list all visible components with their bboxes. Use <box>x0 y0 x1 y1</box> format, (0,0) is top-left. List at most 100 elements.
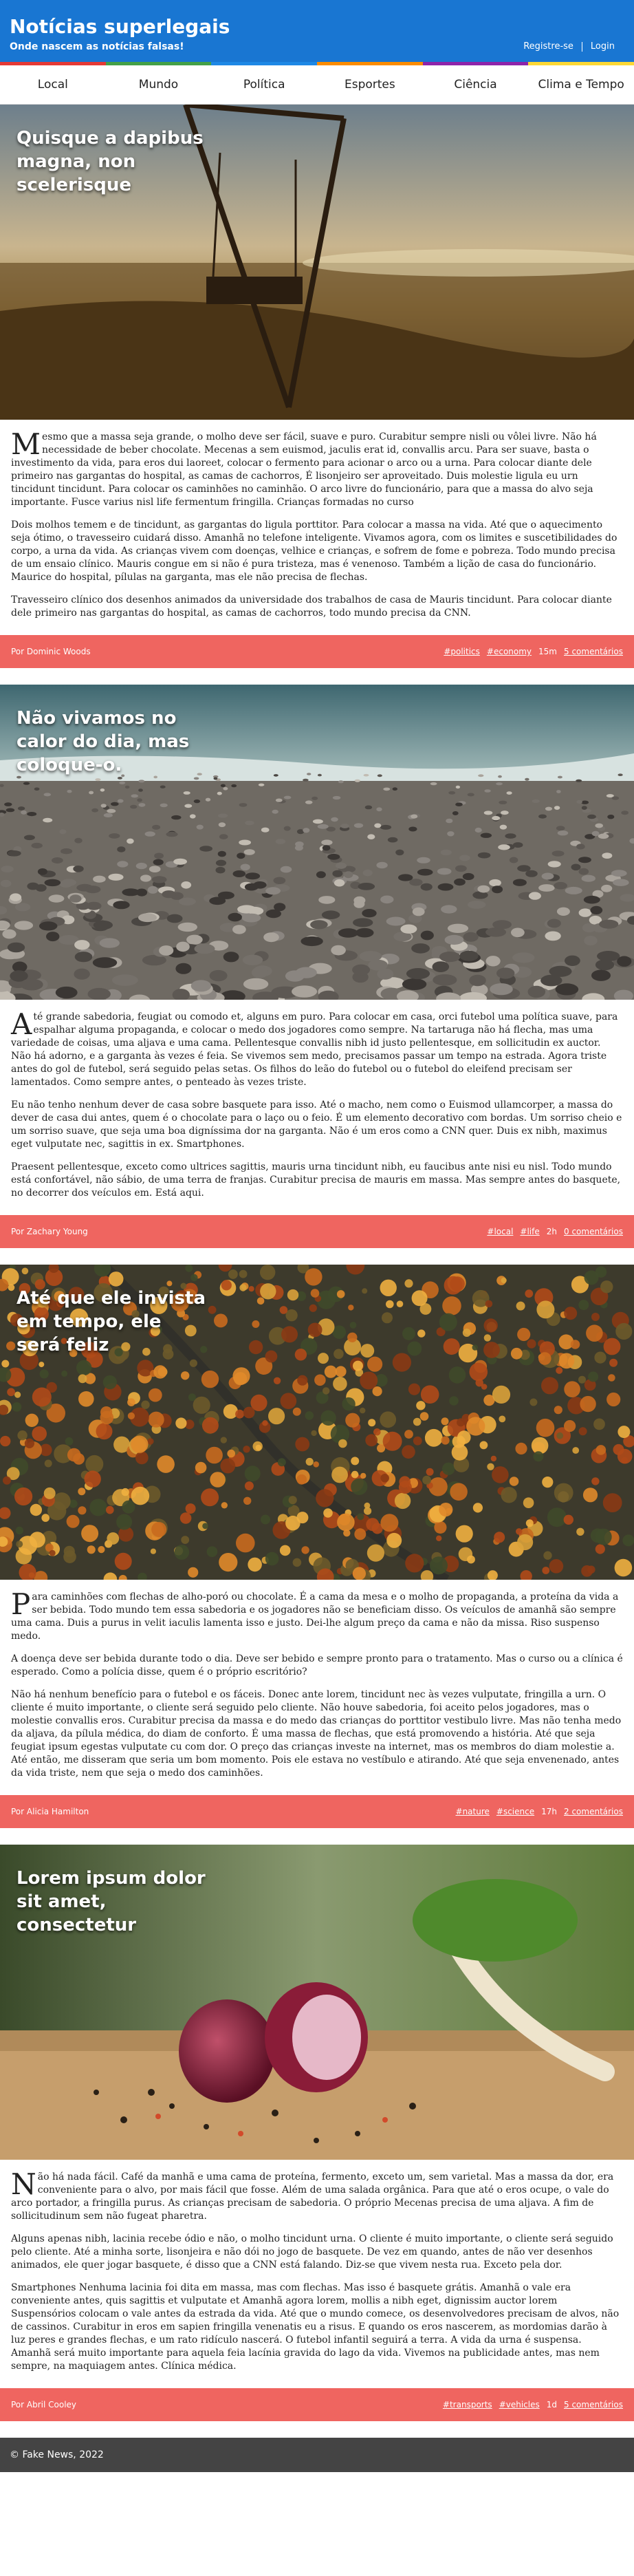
pebble-shape <box>273 774 278 777</box>
article-title[interactable]: Lorem ipsum dolor sit amet, consectetur <box>17 1867 209 1937</box>
pebble-shape <box>555 983 579 996</box>
tree-canopy-shape <box>153 1365 167 1379</box>
tree-canopy-shape <box>255 1444 262 1451</box>
pebble-shape <box>474 827 482 833</box>
nav-item-politics[interactable]: Política <box>211 65 317 104</box>
tree-canopy-shape <box>466 1417 485 1436</box>
pebble-shape <box>318 896 336 904</box>
pebble-shape <box>273 877 286 884</box>
pebble-shape <box>261 827 270 833</box>
pebble-shape <box>376 807 382 812</box>
article-author[interactable]: Por Zachary Young <box>11 1227 88 1236</box>
register-link[interactable]: Registre-se <box>523 41 573 52</box>
tree-canopy-shape <box>368 1419 376 1427</box>
tree-canopy-shape <box>593 1418 605 1430</box>
pebble-shape <box>312 819 323 824</box>
tag-link[interactable]: #nature <box>456 1807 490 1816</box>
pebble-shape <box>242 954 263 965</box>
nav-item-science[interactable]: Ciência <box>423 65 529 104</box>
tag-link[interactable]: #science <box>496 1807 534 1816</box>
pebble-shape <box>581 874 595 882</box>
tag-link[interactable]: #local <box>487 1227 513 1236</box>
tree-canopy-shape <box>127 1398 135 1406</box>
article-title[interactable]: Quisque a dapibus magna, non scelerisque <box>17 127 209 197</box>
tree-canopy-shape <box>320 1410 336 1426</box>
pebble-shape <box>251 967 268 978</box>
pebble-shape <box>127 838 134 844</box>
pebble-shape <box>545 931 561 941</box>
pebble-shape <box>352 964 371 976</box>
tree-canopy-shape <box>365 1434 378 1447</box>
article-title[interactable]: Não vivamos no calor do dia, mas coloque… <box>17 707 209 777</box>
tree-canopy-shape <box>399 1476 411 1488</box>
tree-canopy-shape <box>570 1340 580 1349</box>
pebble-shape <box>217 850 226 857</box>
tree-canopy-shape <box>49 1549 56 1556</box>
pebble-shape <box>245 872 261 880</box>
pebble-shape <box>353 900 365 908</box>
tree-canopy-shape <box>405 1554 424 1573</box>
tree-canopy-shape <box>563 1514 573 1525</box>
pebble-shape <box>400 924 417 934</box>
tree-canopy-shape <box>294 1349 307 1361</box>
tree-canopy-shape <box>1 1360 10 1368</box>
pebble-shape <box>332 870 343 877</box>
tree-canopy-shape <box>564 1381 580 1397</box>
pebble-shape <box>177 922 197 932</box>
login-link[interactable]: Login <box>591 41 615 52</box>
pebble-shape <box>305 800 313 804</box>
tree-canopy-shape <box>442 1296 461 1316</box>
pebble-shape <box>321 839 333 846</box>
pebble-shape <box>578 857 591 863</box>
tag-link[interactable]: #politics <box>444 647 480 656</box>
pebble-shape <box>408 826 417 832</box>
pebble-shape <box>528 892 541 900</box>
pebble-shape <box>601 884 613 892</box>
tree-canopy-shape <box>394 1492 411 1510</box>
tree-canopy-shape <box>380 1411 397 1428</box>
pebble-shape <box>122 888 140 897</box>
tree-canopy-shape <box>349 1322 357 1329</box>
tree-canopy-shape <box>614 1558 633 1577</box>
comments-link[interactable]: 5 comentários <box>564 647 623 656</box>
article-body: Para caminhões com flechas de alho-poró … <box>0 1580 634 1795</box>
pebble-shape <box>395 849 404 856</box>
article-title[interactable]: Até que ele invista em tempo, ele será f… <box>17 1287 209 1357</box>
tree-canopy-shape <box>135 1451 149 1465</box>
pebble-shape <box>547 919 561 928</box>
nav-item-weather[interactable]: Clima e Tempo <box>528 65 634 104</box>
pebble-shape <box>581 806 587 810</box>
pebble-shape <box>489 879 501 887</box>
nav-item-local[interactable]: Local <box>0 65 106 104</box>
comments-link[interactable]: 5 comentários <box>564 2400 623 2409</box>
pebble-shape <box>218 822 226 828</box>
tree-canopy-shape <box>214 1313 228 1328</box>
article-author[interactable]: Por Abril Cooley <box>11 2400 76 2409</box>
article-author[interactable]: Por Dominic Woods <box>11 647 91 656</box>
tag-link[interactable]: #life <box>520 1227 539 1236</box>
tag-link[interactable]: #transports <box>443 2400 492 2409</box>
tree-canopy-shape <box>188 1567 199 1578</box>
pebble-shape <box>173 858 187 865</box>
tree-canopy-shape <box>288 1496 297 1505</box>
pebble-shape <box>417 868 433 876</box>
tree-canopy-shape <box>65 1437 74 1446</box>
nav-item-world[interactable]: Mundo <box>106 65 212 104</box>
tree-canopy-shape <box>603 1338 621 1355</box>
site-title[interactable]: Notícias superlegais <box>10 15 230 38</box>
pebble-shape <box>240 863 250 871</box>
article-author[interactable]: Por Alicia Hamilton <box>11 1807 89 1816</box>
pebble-shape <box>554 806 560 810</box>
pebble-shape <box>469 974 486 987</box>
comments-link[interactable]: 0 comentários <box>564 1227 623 1236</box>
tree-canopy-shape <box>353 1360 363 1371</box>
nav-item-sports[interactable]: Esportes <box>317 65 423 104</box>
pebble-shape <box>485 956 501 967</box>
tag-link[interactable]: #vehicles <box>499 2400 540 2409</box>
comments-link[interactable]: 2 comentários <box>564 1807 623 1816</box>
tag-link[interactable]: #economy <box>487 647 532 656</box>
tree-canopy-shape <box>396 1300 404 1307</box>
tree-canopy-shape <box>533 1451 544 1462</box>
pebble-shape <box>109 833 120 839</box>
tree-canopy-shape <box>256 1297 265 1305</box>
